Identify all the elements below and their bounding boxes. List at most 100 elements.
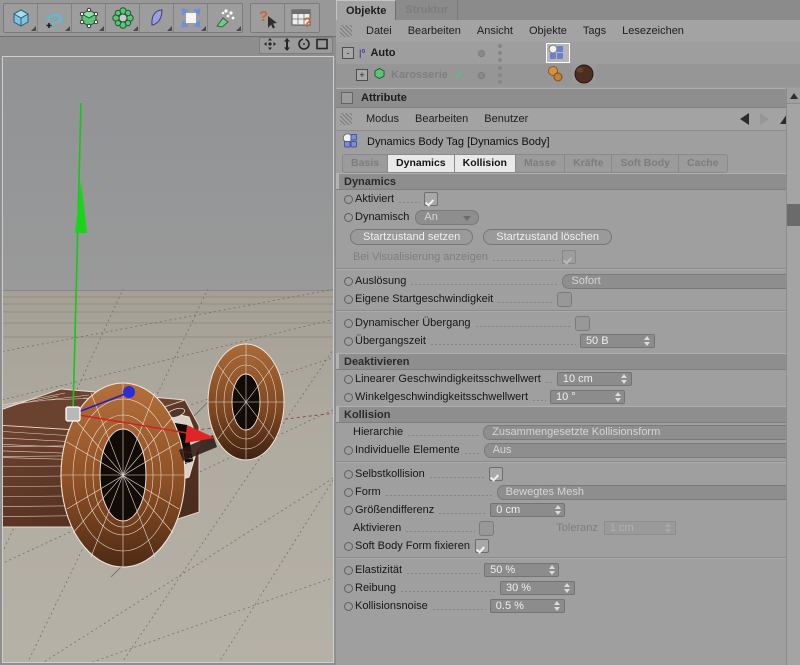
object-visibility-dots-auto[interactable] xyxy=(478,42,538,64)
animation-track-dot[interactable] xyxy=(344,337,353,346)
checkbox-selbstkollision[interactable] xyxy=(489,467,503,481)
spinner-icon[interactable] xyxy=(643,335,652,347)
spline-icon[interactable] xyxy=(38,4,72,32)
frame-icon[interactable] xyxy=(316,38,328,53)
animation-track-dot[interactable] xyxy=(344,213,353,222)
3d-viewport[interactable] xyxy=(2,56,334,663)
numberfield-reibung[interactable]: 30 % xyxy=(500,581,575,595)
scroll-up-button[interactable] xyxy=(787,88,800,104)
animation-track-dot[interactable] xyxy=(344,542,353,551)
dropdown-hierarchie[interactable]: Zusammengesetzte Kollisionsform xyxy=(483,425,794,440)
expander-karosserie[interactable]: + xyxy=(356,69,368,81)
object-row-auto[interactable]: - |⁰ Auto xyxy=(336,42,800,64)
scene-icon[interactable] xyxy=(174,4,208,32)
tab-struktur[interactable]: Struktur xyxy=(396,0,458,20)
attribute-scrollbar[interactable] xyxy=(786,88,800,665)
particle-icon[interactable] xyxy=(208,4,242,32)
checkbox-aktiviert[interactable] xyxy=(424,192,438,206)
menu-tags[interactable]: Tags xyxy=(575,25,614,37)
tab-soft-body[interactable]: Soft Body xyxy=(612,155,679,172)
scrollbar-thumb[interactable] xyxy=(787,204,800,226)
numberfield-uebergangszeit[interactable]: 50 B xyxy=(580,334,655,348)
nurbs-cube-icon[interactable] xyxy=(72,4,106,32)
animation-track-dot[interactable] xyxy=(344,584,353,593)
checkbox-softbody-fixieren[interactable] xyxy=(475,539,489,553)
menu-bearbeiten[interactable]: Bearbeiten xyxy=(407,113,476,125)
numberfield-kollisionsnoise[interactable]: 0.5 % xyxy=(490,599,565,613)
object-tree[interactable]: - |⁰ Auto xyxy=(336,42,800,89)
layer-dots-icon[interactable] xyxy=(498,66,502,84)
animation-track-dot[interactable] xyxy=(344,195,353,204)
startzustand-loeschen-button[interactable]: Startzustand löschen xyxy=(483,229,612,245)
panel-toggle-box[interactable] xyxy=(341,92,353,104)
help-table-icon[interactable]: ? xyxy=(285,4,319,32)
spinner-icon[interactable] xyxy=(547,564,556,576)
animation-track-dot[interactable] xyxy=(344,488,353,497)
animation-track-dot[interactable] xyxy=(344,446,353,455)
checkbox-dynamischer-uebergang[interactable] xyxy=(575,316,590,331)
animation-track-dot[interactable] xyxy=(344,319,353,328)
object-tags-karosserie[interactable] xyxy=(546,64,596,86)
object-visibility-dots-karosserie[interactable] xyxy=(478,64,538,86)
checkbox-visualisierung[interactable] xyxy=(562,250,576,264)
animation-track-dot[interactable] xyxy=(344,470,353,479)
animation-track-dot[interactable] xyxy=(344,295,353,304)
move-icon[interactable] xyxy=(264,38,276,53)
tab-masse[interactable]: Masse xyxy=(516,155,565,172)
numberfield-linearer-schwellwert[interactable]: 10 cm xyxy=(557,372,632,386)
help-cursor-icon[interactable]: ? xyxy=(251,4,285,32)
spinner-icon[interactable] xyxy=(553,504,562,516)
spinner-icon[interactable] xyxy=(563,582,572,594)
spinner-icon[interactable] xyxy=(620,373,629,385)
row-dynamischer-uebergang: Dynamischer Übergang xyxy=(336,314,800,332)
object-tags-auto[interactable] xyxy=(546,42,570,64)
menu-modus[interactable]: Modus xyxy=(358,113,407,125)
dynamics-body-tag-icon[interactable] xyxy=(546,43,570,63)
scale-icon[interactable] xyxy=(282,38,292,54)
rotate-icon[interactable] xyxy=(298,38,310,53)
dropdown-ausloesung[interactable]: Sofort xyxy=(562,274,794,289)
animation-track-dot[interactable] xyxy=(344,277,353,286)
tab-objekte[interactable]: Objekte xyxy=(336,0,396,20)
tab-kollision[interactable]: Kollision xyxy=(455,155,516,172)
menu-bearbeiten[interactable]: Bearbeiten xyxy=(400,25,469,37)
dropdown-individuelle-elemente[interactable]: Aus xyxy=(484,443,794,458)
menu-lesezeichen[interactable]: Lesezeichen xyxy=(614,25,692,37)
deformer-icon[interactable] xyxy=(140,4,174,32)
tab-basis[interactable]: Basis xyxy=(343,155,388,172)
menu-benutzer[interactable]: Benutzer xyxy=(476,113,536,125)
dropdown-dynamisch[interactable]: An xyxy=(415,210,479,225)
numberfield-groessendifferenz[interactable]: 0 cm xyxy=(490,503,565,517)
expander-auto[interactable]: - xyxy=(342,47,354,59)
dropdown-form[interactable]: Bewegtes Mesh xyxy=(497,485,794,500)
visibility-dot-icon[interactable] xyxy=(478,50,485,57)
primitive-cube-icon[interactable] xyxy=(4,4,38,32)
drag-grip-icon[interactable] xyxy=(340,25,352,37)
material-tag-icon[interactable] xyxy=(572,64,596,87)
back-arrow-icon[interactable] xyxy=(740,113,749,125)
menu-objekte[interactable]: Objekte xyxy=(521,25,575,37)
numberfield-elastizitaet[interactable]: 50 % xyxy=(484,563,559,577)
visibility-dot-icon[interactable] xyxy=(478,72,485,79)
checkbox-aktivieren[interactable] xyxy=(479,521,494,536)
spinner-icon[interactable] xyxy=(613,391,622,403)
animation-track-dot[interactable] xyxy=(344,393,353,402)
tab-cache[interactable]: Cache xyxy=(679,155,727,172)
tab-dynamics[interactable]: Dynamics xyxy=(388,155,455,172)
animation-track-dot[interactable] xyxy=(344,602,353,611)
drag-grip-icon[interactable] xyxy=(340,113,352,125)
numberfield-winkel-schwellwert[interactable]: 10 ° xyxy=(550,390,625,404)
animation-track-dot[interactable] xyxy=(344,375,353,384)
spinner-icon[interactable] xyxy=(553,600,562,612)
animation-track-dot[interactable] xyxy=(344,506,353,515)
animation-track-dot[interactable] xyxy=(344,566,353,575)
menu-ansicht[interactable]: Ansicht xyxy=(469,25,521,37)
array-icon[interactable] xyxy=(106,4,140,32)
startzustand-setzen-button[interactable]: Startzustand setzen xyxy=(350,229,473,245)
object-row-karosserie[interactable]: + Karosserie ✓ xyxy=(336,64,800,86)
tab-kraefte[interactable]: Kräfte xyxy=(565,155,612,172)
checkbox-startgeschwindigkeit[interactable] xyxy=(557,292,572,307)
phong-tag-icon[interactable] xyxy=(546,65,568,86)
menu-datei[interactable]: Datei xyxy=(358,25,400,37)
layer-dots-icon[interactable] xyxy=(498,44,502,62)
